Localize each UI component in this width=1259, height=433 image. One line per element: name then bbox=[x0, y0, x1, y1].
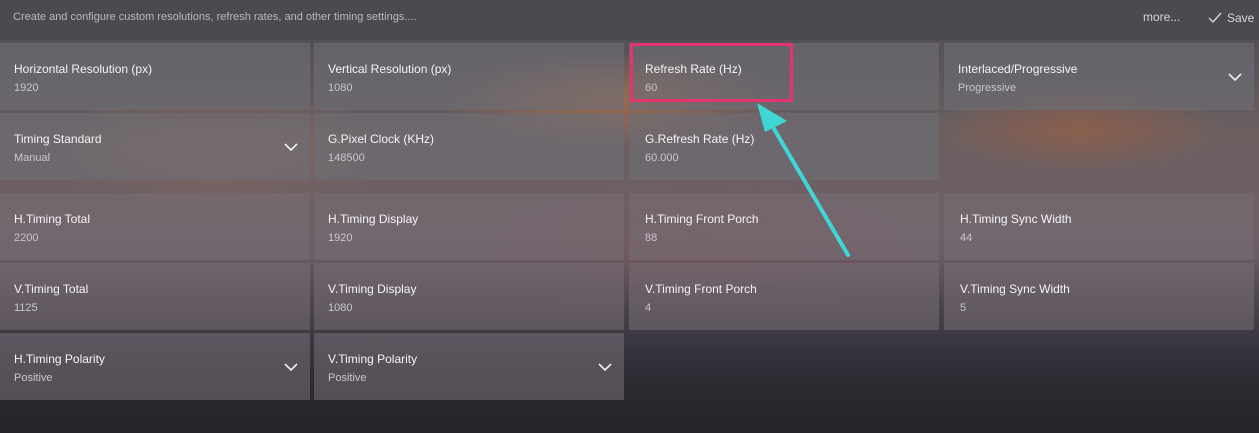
annotation-arrow bbox=[757, 103, 850, 257]
